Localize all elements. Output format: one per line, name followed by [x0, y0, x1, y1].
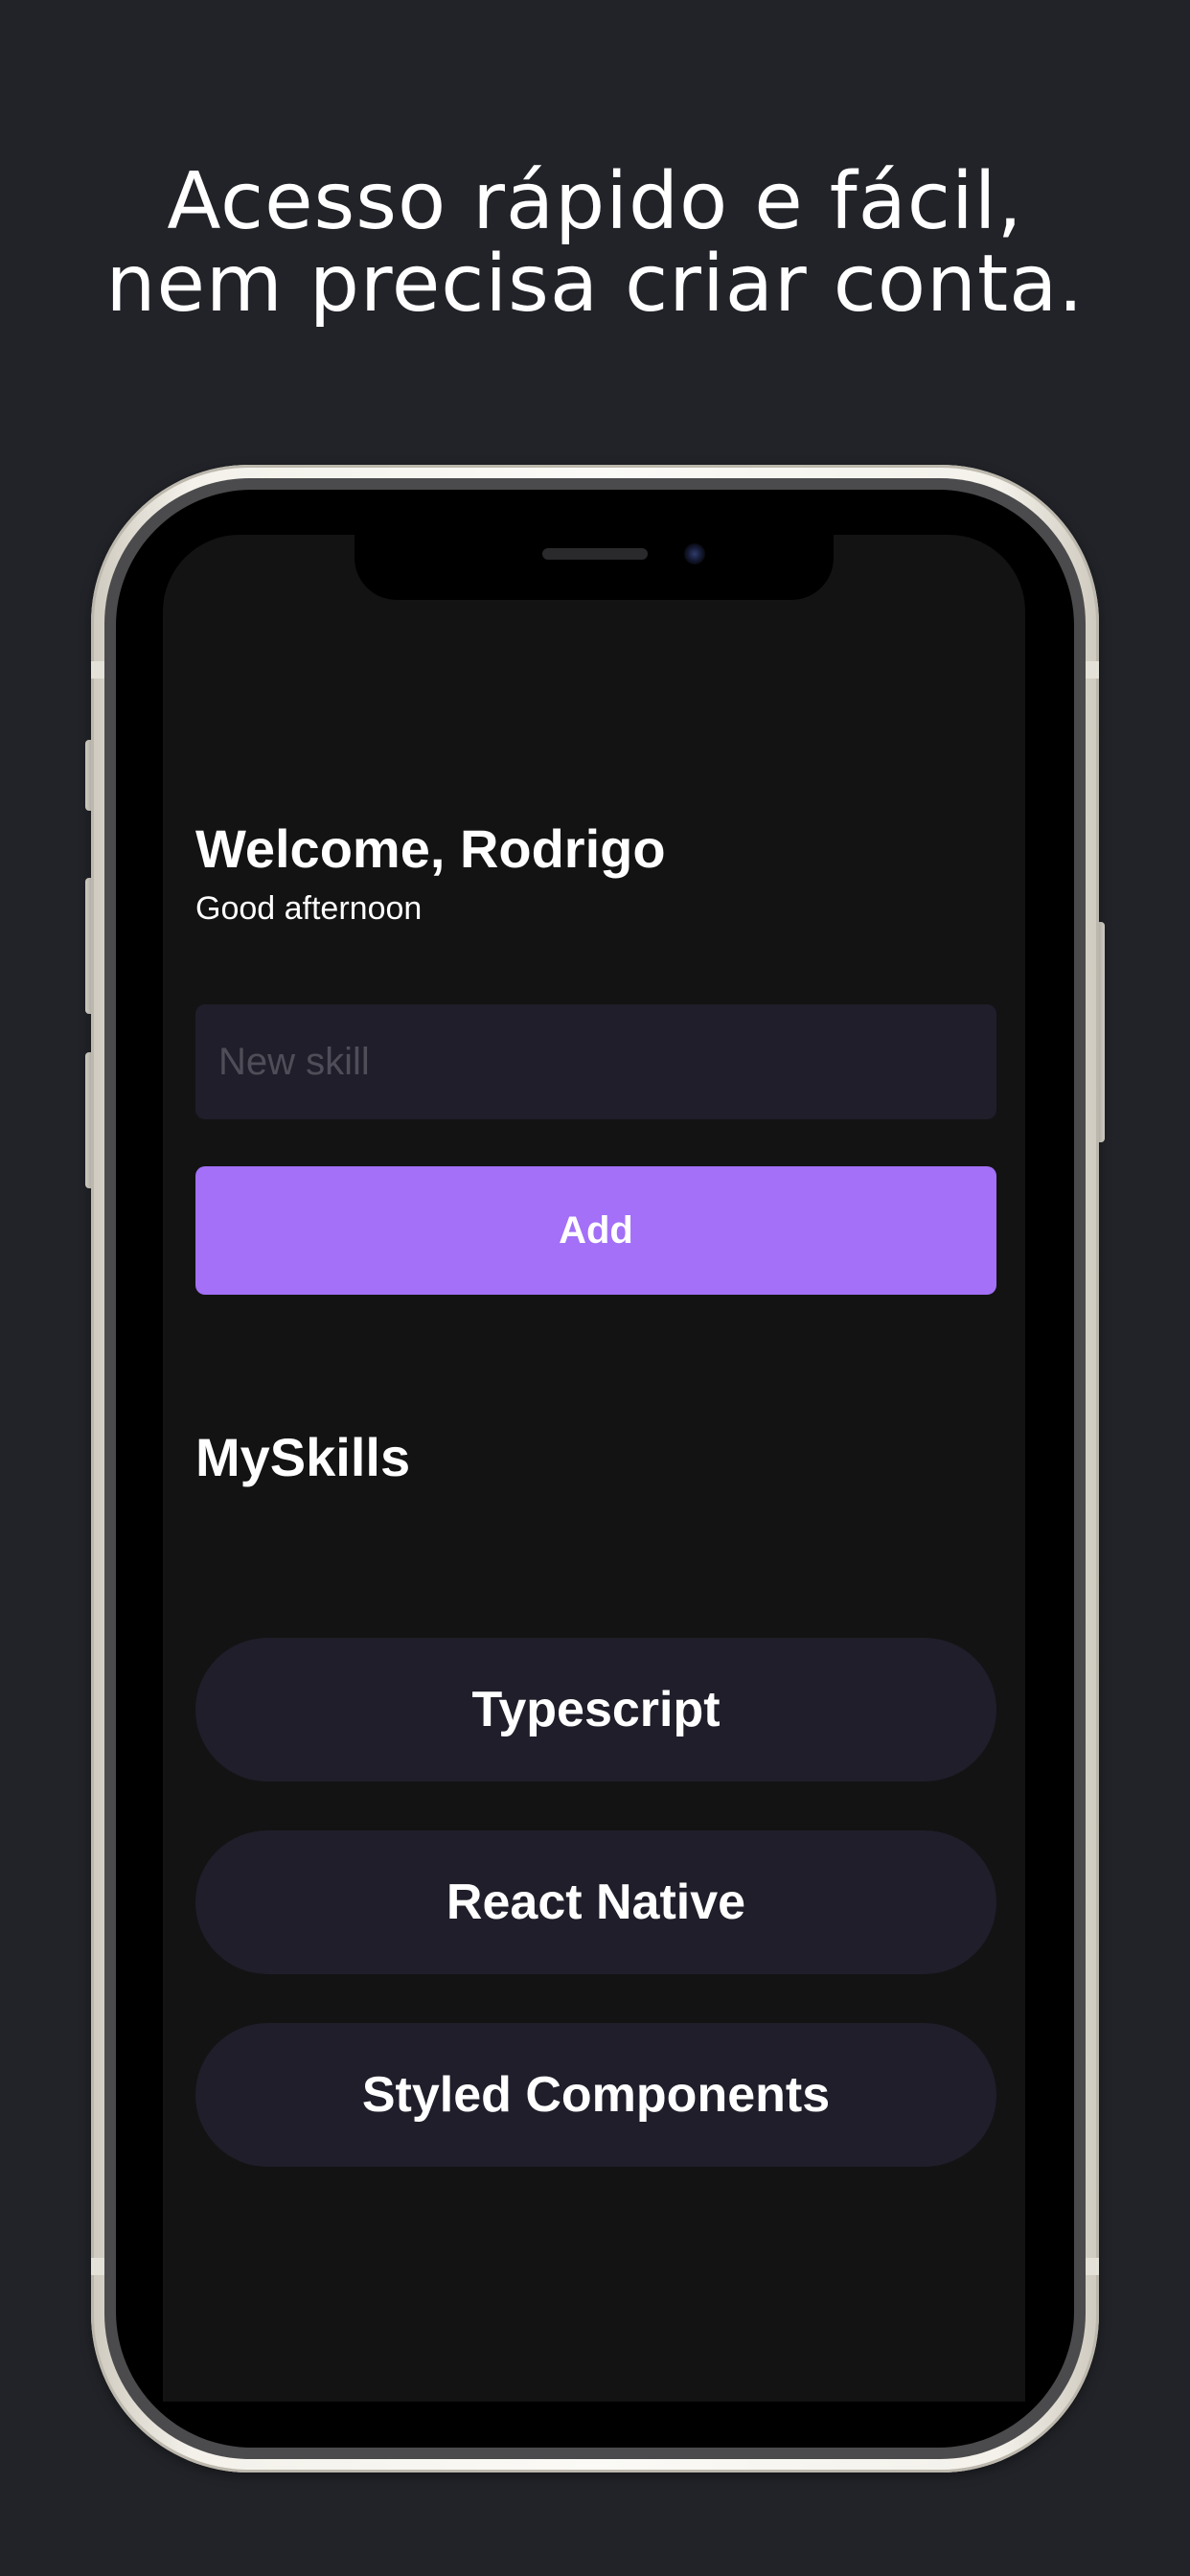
skill-item-styled-components[interactable]: Styled Components — [195, 2023, 996, 2167]
phone-antenna-band — [1086, 2258, 1099, 2275]
phone-antenna-band — [91, 661, 104, 678]
welcome-title: Welcome, Rodrigo — [195, 818, 666, 879]
phone-antenna-band — [1086, 661, 1099, 678]
promo-headline-line-1: Acesso rápido e fácil, — [167, 156, 1023, 247]
front-camera-icon — [684, 543, 705, 564]
phone-antenna-band — [91, 2258, 104, 2275]
phone-screen: Welcome, Rodrigo Good afternoon Add MySk… — [163, 535, 1025, 2402]
greeting-text: Good afternoon — [195, 890, 423, 927]
skill-item-react-native[interactable]: React Native — [195, 1830, 996, 1974]
new-skill-input[interactable] — [195, 1004, 996, 1119]
phone-notch — [355, 535, 834, 600]
earpiece-speaker — [542, 548, 648, 560]
skill-item-typescript[interactable]: Typescript — [195, 1638, 996, 1782]
add-skill-button[interactable]: Add — [195, 1166, 996, 1295]
promo-headline-line-2: nem precisa criar conta. — [105, 239, 1085, 330]
promo-headline: Acesso rápido e fácil, nem precisa criar… — [0, 161, 1190, 326]
skills-section-title: MySkills — [195, 1427, 411, 1487]
